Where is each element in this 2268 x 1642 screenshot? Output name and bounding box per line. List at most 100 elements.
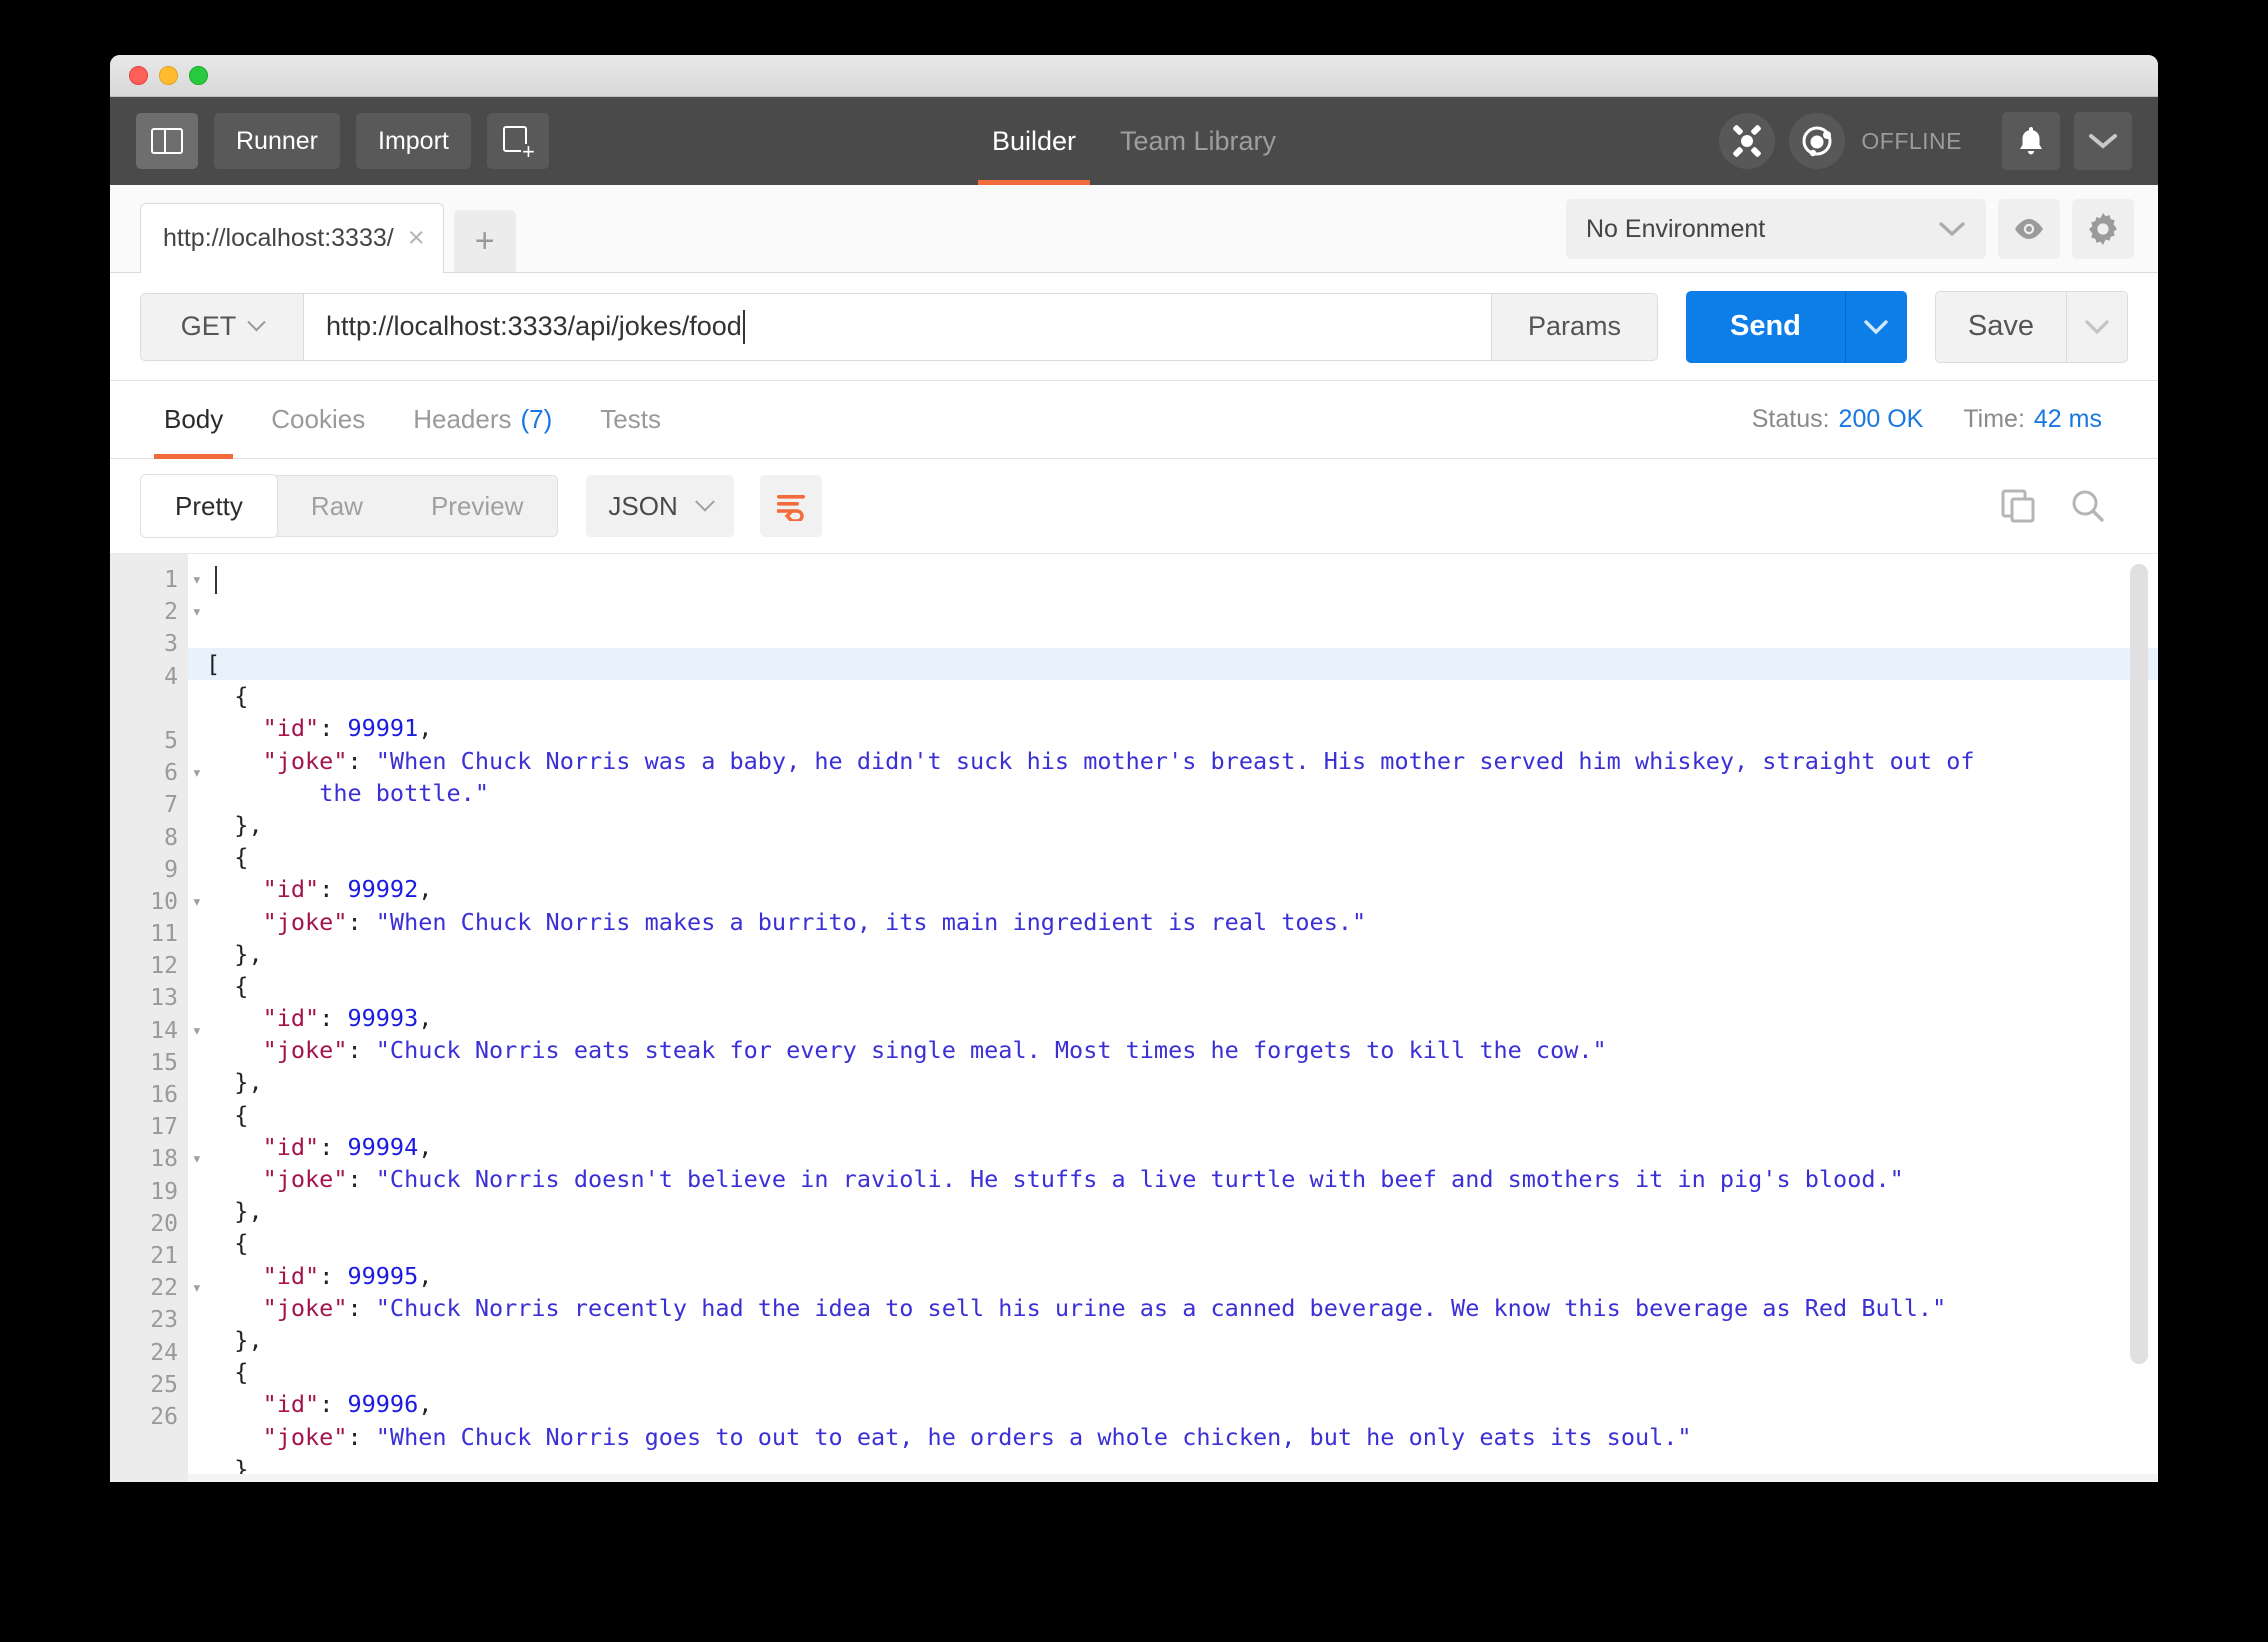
code-token-punct: { xyxy=(234,1358,249,1387)
manage-environments-button[interactable] xyxy=(2072,199,2134,259)
code-token-punct: : xyxy=(347,907,376,936)
close-icon[interactable]: × xyxy=(408,224,425,253)
horizontal-scrollbar[interactable] xyxy=(188,1474,2158,1482)
code-token-key: "joke" xyxy=(262,1293,348,1322)
request-tab[interactable]: http://localhost:3333/ × xyxy=(140,203,444,273)
status-value: 200 OK xyxy=(1838,405,1924,433)
code-line: "joke": "Chuck Norris eats steak for eve… xyxy=(206,1034,2158,1066)
add-request-tab-button[interactable]: + xyxy=(453,210,516,272)
code-token-str: "When Chuck Norris makes a burrito, its … xyxy=(375,907,1367,936)
word-wrap-toggle[interactable] xyxy=(759,475,822,537)
interceptor-icon xyxy=(1733,125,1762,157)
url-input[interactable]: http://localhost:3333/api/jokes/food xyxy=(303,292,1491,361)
close-window-button[interactable] xyxy=(129,66,148,85)
format-preview-label: Preview xyxy=(430,490,524,521)
line-number[interactable]: 22 xyxy=(110,1272,202,1304)
code-token-key: "id" xyxy=(262,875,320,904)
code-token-punct: : xyxy=(347,1165,376,1193)
code-token-key: "joke" xyxy=(262,907,348,936)
search-icon xyxy=(2072,490,2104,522)
params-button[interactable]: Params xyxy=(1490,292,1658,361)
offline-status-label: OFFLINE xyxy=(1861,127,1962,154)
new-request-button[interactable]: + xyxy=(486,113,549,169)
format-raw-button[interactable]: Raw xyxy=(277,475,397,537)
tab-tests[interactable]: Tests xyxy=(576,381,685,459)
notifications-button[interactable] xyxy=(2002,112,2060,170)
tab-headers[interactable]: Headers (7) xyxy=(389,381,576,459)
import-button[interactable]: Import xyxy=(356,113,471,169)
line-number: 21 xyxy=(150,1242,178,1269)
environment-select[interactable]: No Environment xyxy=(1566,199,1986,259)
vertical-scrollbar[interactable] xyxy=(2130,564,2148,1364)
code-line: { xyxy=(206,841,2158,873)
body-format-group: Pretty Raw Preview xyxy=(140,475,559,537)
save-button-group: Save xyxy=(1934,290,2128,363)
code-token-punct: : xyxy=(347,1422,376,1451)
code-token-num: 99995 xyxy=(347,1261,419,1290)
save-options-button[interactable] xyxy=(2066,290,2128,363)
line-number[interactable]: 10 xyxy=(110,886,202,918)
code-token-str: "When Chuck Norris goes to out to eat, h… xyxy=(375,1422,1692,1451)
sync-status-icon xyxy=(1802,126,1832,157)
code-line: "id": 99994, xyxy=(206,1131,2158,1163)
sync-status-button[interactable] xyxy=(1789,113,1846,169)
runner-button[interactable]: Runner xyxy=(214,113,340,169)
response-body-editor[interactable]: 1234567891011121314151617181920212223242… xyxy=(110,553,2158,1482)
line-number: 3 xyxy=(164,631,178,658)
line-number: 19 xyxy=(150,1178,178,1205)
line-number: 7 xyxy=(164,792,178,819)
save-button[interactable]: Save xyxy=(1934,290,2066,363)
code-line: { xyxy=(206,1099,2158,1131)
code-line: "id": 99991, xyxy=(206,712,2158,744)
json-code-content[interactable]: [ { "id": 99991, "joke": "When Chuck Nor… xyxy=(188,554,2158,1482)
line-number: 11 xyxy=(150,921,178,948)
code-token-num: 99992 xyxy=(347,875,419,904)
code-token-key: "id" xyxy=(262,1261,320,1290)
interceptor-button[interactable] xyxy=(1719,113,1776,169)
editor-caret xyxy=(215,566,217,594)
line-number[interactable]: 14 xyxy=(110,1015,202,1047)
line-number[interactable]: 6 xyxy=(110,757,202,789)
line-number: 23 xyxy=(150,1307,178,1334)
maximize-window-button[interactable] xyxy=(189,66,208,85)
http-method-label: GET xyxy=(180,311,237,341)
line-number[interactable]: 1 xyxy=(110,564,202,596)
save-label: Save xyxy=(1967,310,2034,342)
line-number[interactable]: 18 xyxy=(110,1143,202,1175)
code-token-punct: }, xyxy=(234,1325,263,1354)
eye-icon xyxy=(2015,219,2043,239)
line-number[interactable]: 2 xyxy=(110,596,202,628)
account-menu-button[interactable] xyxy=(2074,112,2132,170)
tab-builder[interactable]: Builder xyxy=(970,97,1098,185)
tab-team-library[interactable]: Team Library xyxy=(1098,97,1298,185)
environment-area: No Environment xyxy=(1566,199,2134,259)
format-preview-button[interactable]: Preview xyxy=(397,475,557,537)
send-options-button[interactable] xyxy=(1844,290,1907,363)
app-toolbar: Runner Import + Builder Team Library OFF… xyxy=(110,97,2158,185)
code-token-punct: }, xyxy=(234,1197,263,1226)
sidebar-toggle-button[interactable] xyxy=(136,113,198,169)
request-tab-strip: http://localhost:3333/ × + No Environmen… xyxy=(110,185,2158,273)
copy-body-button[interactable] xyxy=(2000,488,2036,524)
tab-body[interactable]: Body xyxy=(140,381,247,459)
code-token-punct: : xyxy=(319,875,348,904)
body-language-select[interactable]: JSON xyxy=(586,475,734,537)
minimize-window-button[interactable] xyxy=(159,66,178,85)
body-toolbar-right xyxy=(1966,488,2128,524)
code-token-punct: { xyxy=(234,1229,249,1258)
tab-cookies[interactable]: Cookies xyxy=(247,381,389,459)
chevron-down-icon xyxy=(247,313,266,332)
environment-selected-label: No Environment xyxy=(1586,214,1766,243)
search-body-button[interactable] xyxy=(2070,488,2106,524)
send-button[interactable]: Send xyxy=(1685,290,1845,363)
http-method-select[interactable]: GET xyxy=(140,292,303,361)
code-line: "id": 99992, xyxy=(206,873,2158,905)
code-token-punct: : xyxy=(319,714,348,743)
environment-quick-look-button[interactable] xyxy=(1998,199,2060,259)
code-line: { xyxy=(206,1356,2158,1388)
code-token-punct: : xyxy=(319,1261,348,1290)
postman-window: Runner Import + Builder Team Library OFF… xyxy=(110,55,2158,1482)
format-pretty-button[interactable]: Pretty xyxy=(141,475,277,537)
code-line: }, xyxy=(206,1324,2158,1356)
time-group: Time: 42 ms xyxy=(1963,405,2102,434)
